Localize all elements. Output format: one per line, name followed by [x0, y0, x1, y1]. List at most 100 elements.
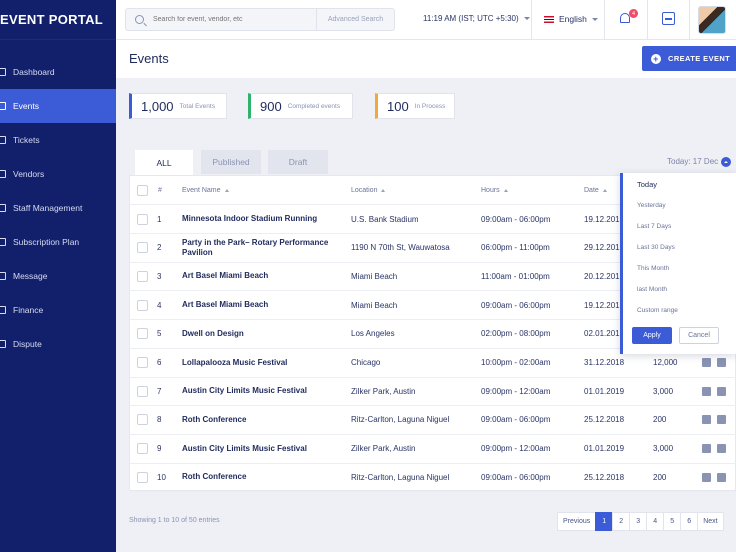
event-location: Ritz-Carlton, Laguna Niguel	[351, 472, 450, 482]
event-date: 20.12.2018	[584, 271, 625, 281]
tab-published[interactable]: Published	[201, 150, 261, 174]
row-checkbox[interactable]	[137, 357, 148, 368]
pagination-page-6[interactable]: 6	[680, 512, 699, 531]
edit-icon[interactable]	[702, 472, 711, 482]
search-input[interactable]	[153, 16, 313, 23]
date-filter-options: Today Yesterday Last 7 Days Last 30 Days Thi…	[623, 173, 736, 321]
sidebar-item-dispute[interactable]: Dispute	[0, 327, 116, 361]
date-option-last-30-days[interactable]: Last 30 Days	[623, 237, 736, 258]
event-name[interactable]: Party in the Park– Rotary Performance Pa…	[182, 234, 340, 262]
pagination-page-5[interactable]: 5	[663, 512, 682, 531]
sidebar-item-label: Message	[13, 271, 48, 281]
search-box: Advanced Search	[125, 8, 395, 31]
row-checkbox[interactable]	[137, 299, 148, 311]
date-option-this-month[interactable]: This Month	[623, 258, 736, 279]
create-event-button[interactable]: + CREATE EVENT	[642, 46, 736, 71]
pagination-page-4[interactable]: 4	[646, 512, 665, 531]
date-option-today[interactable]: Today	[623, 174, 736, 195]
event-name[interactable]: Roth Conference	[182, 406, 340, 434]
sidebar-item-finance[interactable]: Finance	[0, 293, 116, 327]
tab-all[interactable]: ALL	[135, 150, 193, 175]
sidebar-item-subscription-plan[interactable]: Subscription Plan	[0, 225, 116, 259]
pagination-page-1[interactable]: 1	[595, 512, 614, 531]
plus-icon: +	[651, 53, 661, 64]
create-event-label: CREATE EVENT	[668, 54, 731, 63]
pagination-page-3[interactable]: 3	[629, 512, 648, 531]
event-name[interactable]: Art Basel Miami Beach	[182, 262, 340, 290]
today-date-filter[interactable]: Today: 17 Dec	[667, 157, 718, 166]
tab-draft[interactable]: Draft	[268, 150, 328, 174]
event-name[interactable]: Austin City Limits Music Festival	[182, 435, 340, 463]
language-select[interactable]: English	[544, 14, 598, 24]
delete-icon[interactable]	[717, 415, 726, 425]
event-date: 25.12.2018	[584, 415, 625, 425]
inbox-icon[interactable]	[662, 12, 675, 25]
pagination-previous-button[interactable]: Previous	[557, 512, 597, 531]
advanced-search-button[interactable]: Advanced Search	[316, 9, 394, 30]
event-name[interactable]: Art Basel Miami Beach	[182, 291, 340, 319]
date-option-last-month[interactable]: last Month	[623, 279, 736, 300]
row-number: 9	[157, 444, 162, 454]
edit-icon[interactable]	[702, 415, 711, 425]
row-checkbox[interactable]	[137, 242, 148, 254]
row-checkbox-cell	[137, 435, 148, 463]
row-checkbox[interactable]	[137, 385, 148, 397]
event-name[interactable]: Lollapalooza Music Festival	[182, 349, 340, 377]
col-event-name[interactable]: Event Name	[182, 176, 229, 204]
col-hours[interactable]: Hours	[481, 176, 508, 204]
finance-icon	[0, 306, 6, 314]
row-checkbox-cell	[137, 262, 148, 290]
event-name[interactable]: Roth Conference	[182, 463, 340, 491]
cancel-button[interactable]: Cancel	[679, 327, 719, 344]
stat-value: 900	[260, 98, 282, 114]
date-option-yesterday[interactable]: Yesterday	[623, 195, 736, 216]
date-option-last-7-days[interactable]: Last 7 Days	[623, 216, 736, 237]
sidebar-item-tickets[interactable]: Tickets	[0, 123, 116, 157]
sidebar-item-message[interactable]: Message	[0, 259, 116, 293]
col-date[interactable]: Date	[584, 176, 607, 204]
delete-icon[interactable]	[717, 472, 726, 482]
delete-icon[interactable]	[717, 358, 726, 367]
event-hours: 10:00pm - 02:00am	[481, 358, 551, 367]
select-all-checkbox[interactable]	[137, 176, 148, 204]
row-number: 10	[157, 472, 166, 482]
sidebar-item-events[interactable]: Events	[0, 89, 116, 123]
sidebar-item-vendors[interactable]: Vendors	[0, 157, 116, 191]
row-number: 4	[157, 300, 162, 310]
edit-icon[interactable]	[702, 386, 711, 396]
row-actions	[702, 377, 726, 405]
delete-icon[interactable]	[717, 386, 726, 396]
sidebar-item-dashboard[interactable]: Dashboard	[0, 55, 116, 89]
date-option-custom-range[interactable]: Custom range	[623, 300, 736, 321]
event-count: 200	[653, 415, 667, 425]
chevron-up-icon[interactable]	[721, 157, 731, 167]
stat-value: 100	[387, 98, 409, 114]
row-checkbox[interactable]	[137, 443, 148, 455]
event-name[interactable]: Minnesota Indoor Stadium Running	[182, 205, 340, 233]
pagination-next-button[interactable]: Next	[697, 512, 724, 531]
row-checkbox[interactable]	[137, 270, 148, 282]
divider	[689, 0, 690, 40]
row-checkbox[interactable]	[137, 328, 148, 340]
edit-icon[interactable]	[702, 444, 711, 454]
checkbox[interactable]	[137, 184, 148, 196]
delete-icon[interactable]	[717, 444, 726, 454]
edit-icon[interactable]	[702, 358, 711, 367]
row-number: 3	[157, 271, 162, 281]
event-name[interactable]: Austin City Limits Music Festival	[182, 377, 340, 405]
avatar[interactable]	[698, 6, 726, 34]
brand-logo: EVENT PORTAL	[0, 0, 116, 40]
event-name[interactable]: Dwell on Design	[182, 320, 340, 348]
event-count: 3,000	[653, 386, 674, 396]
timezone-select[interactable]: 11:19 AM (IST; UTC +5:30)	[423, 14, 530, 23]
row-checkbox[interactable]	[137, 471, 148, 483]
row-checkbox[interactable]	[137, 213, 148, 225]
col-location[interactable]: Location	[351, 176, 386, 204]
apply-button[interactable]: Apply	[632, 327, 672, 344]
pagination-page-2[interactable]: 2	[612, 512, 631, 531]
event-count: 200	[653, 472, 667, 482]
notification-bell-icon[interactable]: 4	[619, 9, 638, 26]
sidebar-item-staff-management[interactable]: Staff Management	[0, 191, 116, 225]
entries-info: Showing 1 to 10 of 50 entries	[129, 517, 220, 524]
row-checkbox[interactable]	[137, 414, 148, 426]
